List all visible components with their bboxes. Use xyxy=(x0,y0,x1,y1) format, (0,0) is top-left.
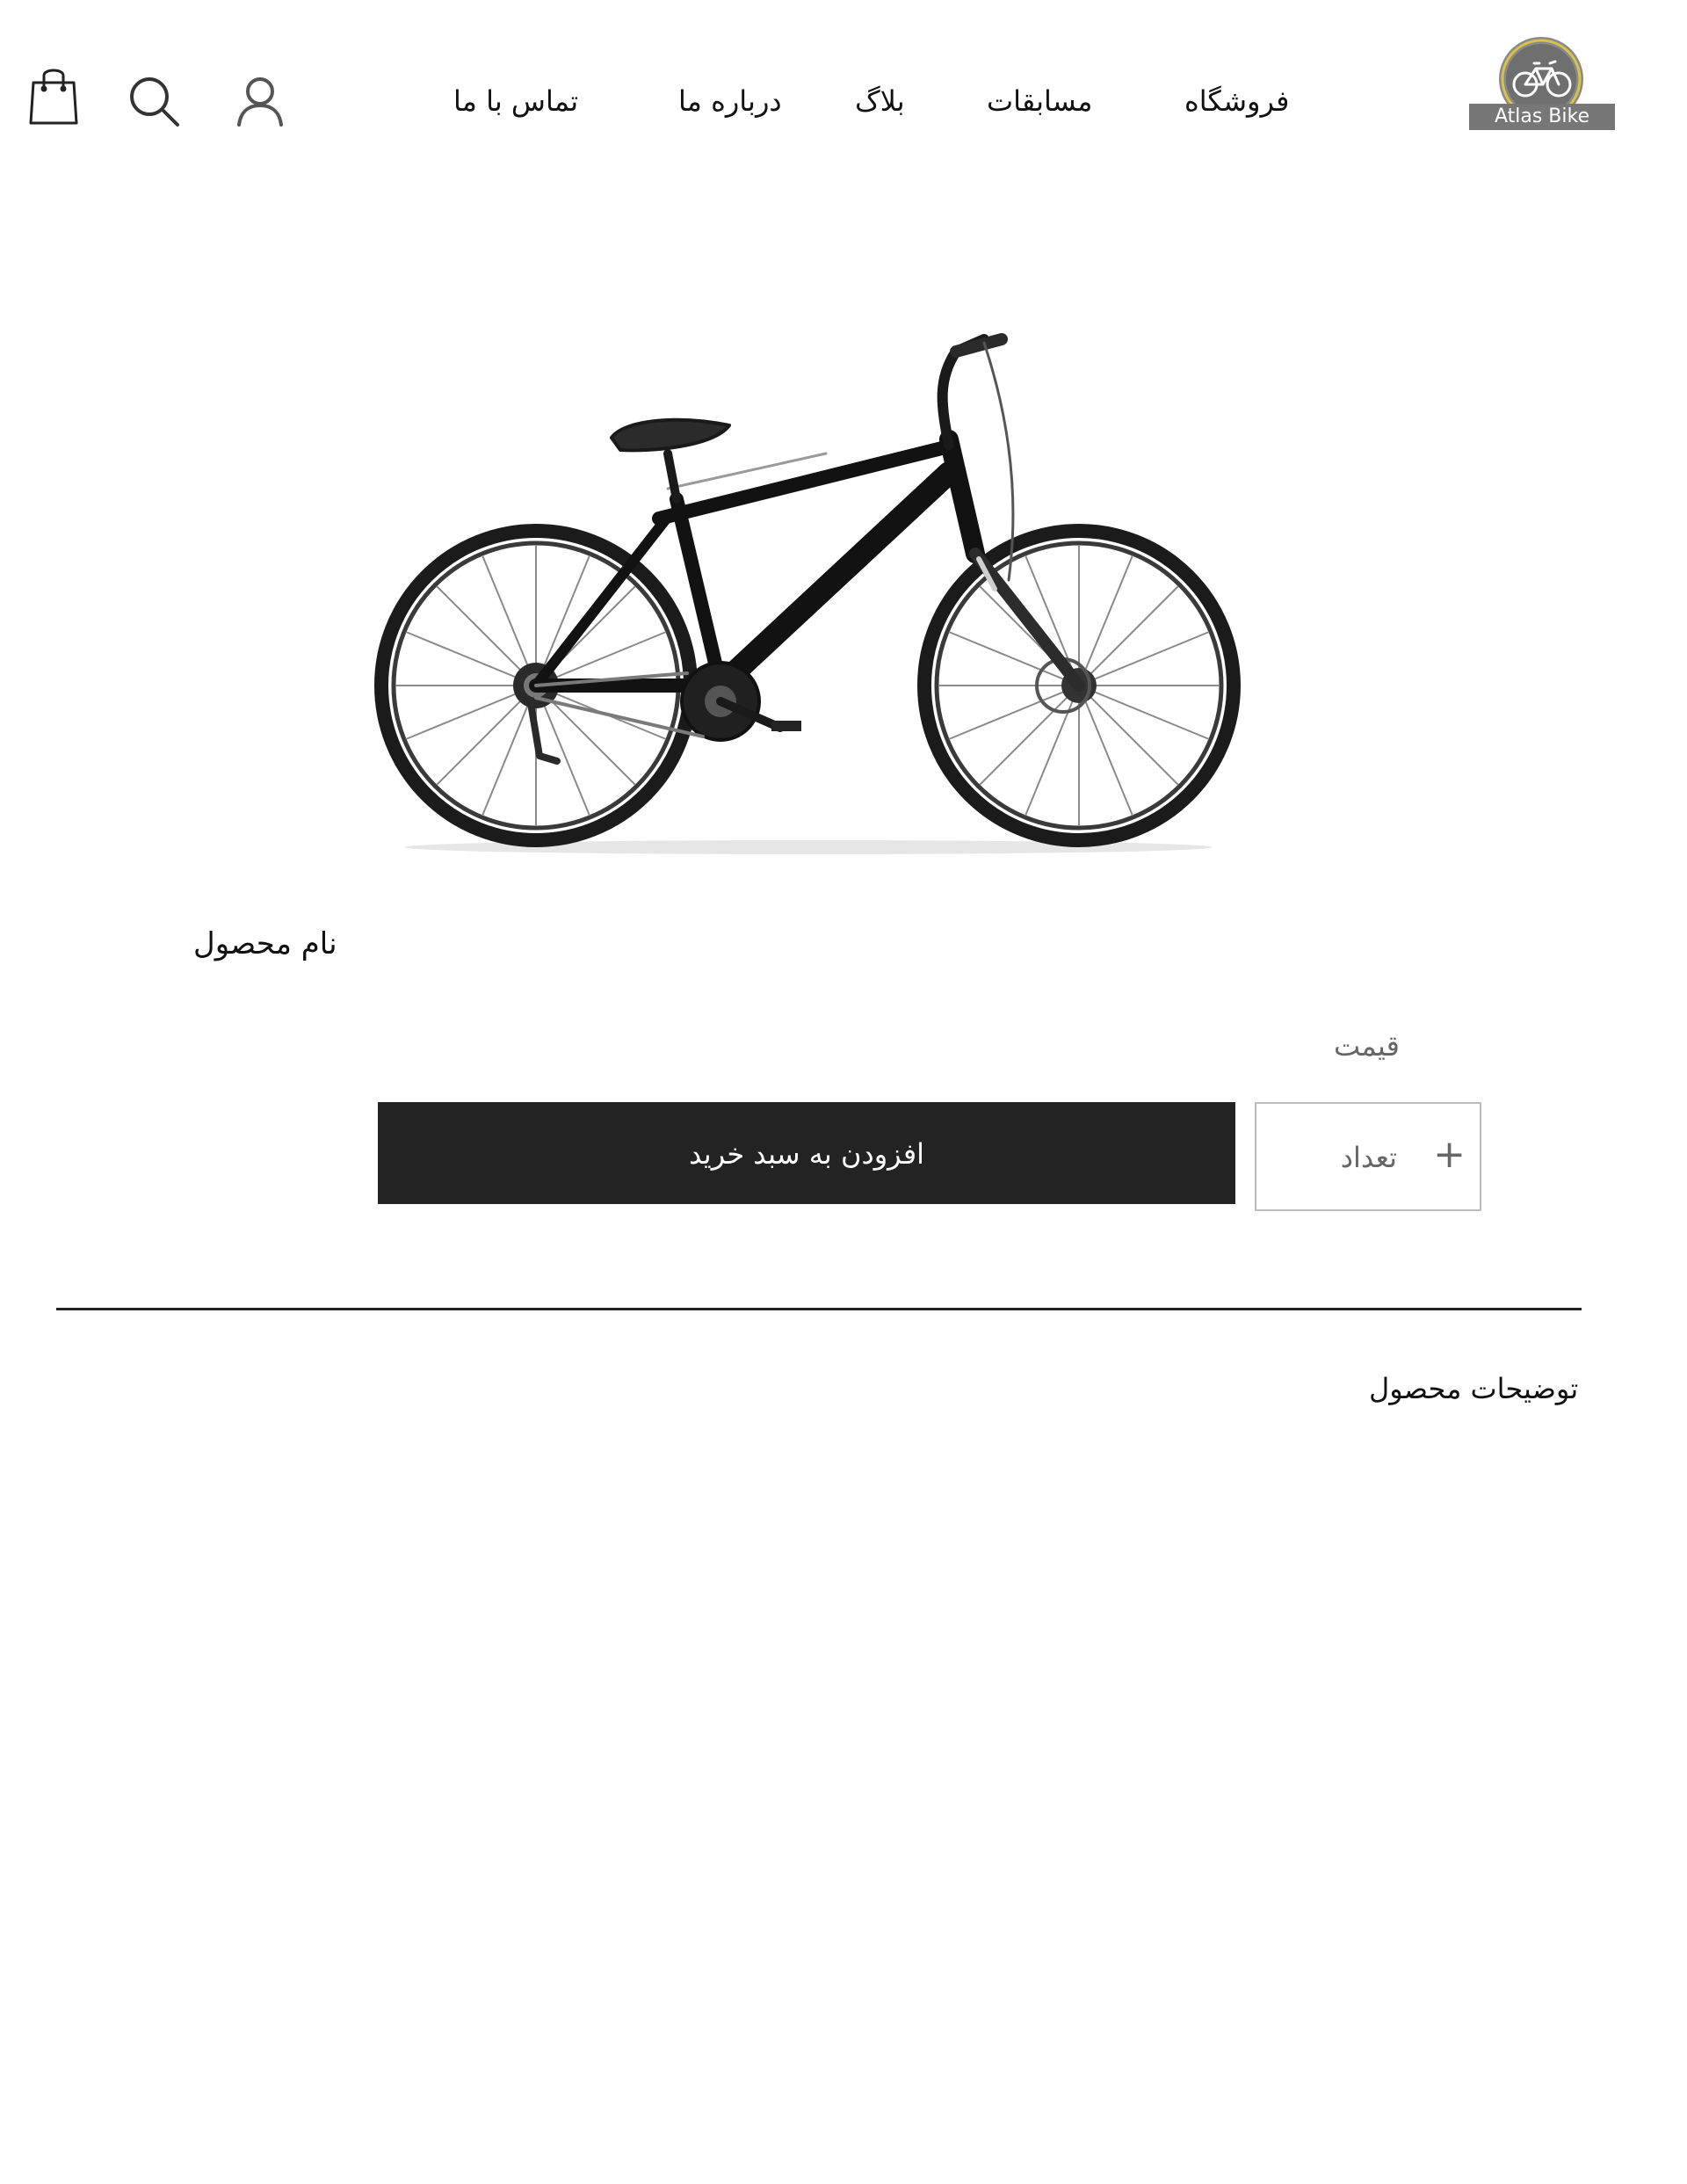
nav-item-competitions[interactable]: مسابقات xyxy=(987,84,1092,118)
shopping-bag-icon[interactable] xyxy=(28,65,79,130)
section-divider xyxy=(56,1308,1582,1310)
search-icon[interactable] xyxy=(128,76,181,132)
product-name: نام محصول xyxy=(193,926,337,961)
quantity-stepper[interactable]: تعداد + xyxy=(1255,1102,1481,1211)
product-image xyxy=(369,290,1248,870)
plus-icon[interactable]: + xyxy=(1433,1130,1466,1179)
product-price: قیمت xyxy=(1334,1029,1400,1063)
product-page: Atlas Bike فروشگاه مسابقات بلاگ درباره م… xyxy=(0,0,1687,2184)
product-description-title: توضیحات محصول xyxy=(1369,1372,1579,1405)
bicycle-product-image xyxy=(374,333,1241,854)
nav-item-contact-us[interactable]: تماس با ما xyxy=(453,84,578,118)
nav-item-about-us[interactable]: درباره ما xyxy=(678,84,782,118)
nav-item-shop[interactable]: فروشگاه xyxy=(1184,84,1289,118)
nav-item-blog[interactable]: بلاگ xyxy=(855,84,905,118)
add-to-cart-button[interactable]: افزودن به سبد خرید xyxy=(378,1102,1235,1204)
site-logo[interactable]: Atlas Bike xyxy=(1469,35,1615,134)
user-icon[interactable] xyxy=(235,76,285,132)
logo-text: Atlas Bike xyxy=(1469,104,1615,130)
quantity-label: تعداد xyxy=(1340,1141,1397,1174)
